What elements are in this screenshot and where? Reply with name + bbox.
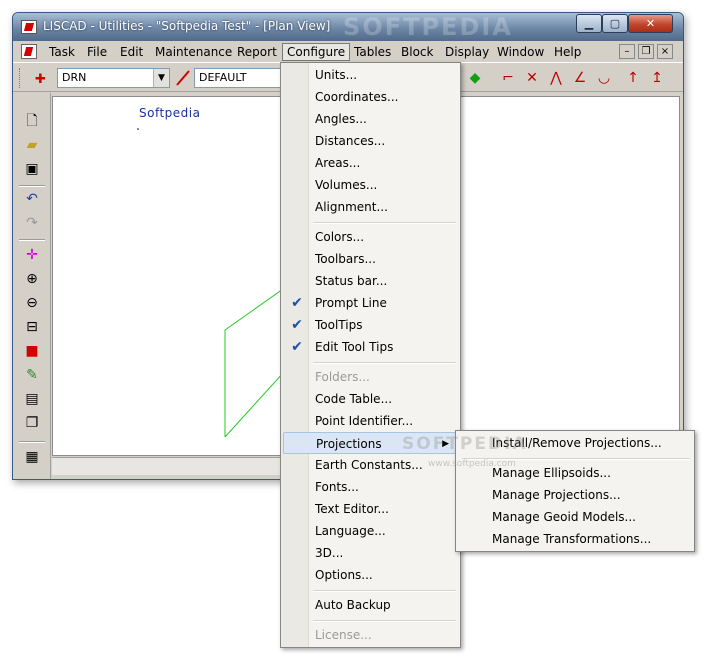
menu-help[interactable]: Help bbox=[550, 44, 585, 62]
menu-edit[interactable]: Edit bbox=[116, 44, 147, 62]
menu-report[interactable]: Report bbox=[233, 44, 281, 62]
menu-item-status-bar[interactable]: Status bar... bbox=[283, 270, 458, 292]
menu-item-distances[interactable]: Distances... bbox=[283, 130, 458, 152]
mdi-minimize-button[interactable]: – bbox=[619, 44, 635, 59]
layer-combo[interactable]: DEFAULT bbox=[194, 68, 282, 88]
menu-item-point-identifier[interactable]: Point Identifier... bbox=[283, 410, 458, 432]
redo-icon[interactable]: ↷ bbox=[22, 213, 42, 233]
menu-item-edit-tool-tips[interactable]: ✔ Edit Tool Tips bbox=[283, 336, 458, 358]
polyline-tool-icon[interactable]: ⋀ bbox=[546, 69, 566, 87]
arc-tool-icon[interactable]: ◡ bbox=[594, 69, 614, 87]
menu-configure[interactable]: Configure bbox=[282, 43, 351, 61]
angle-tool-icon[interactable]: ∠ bbox=[570, 69, 590, 87]
menu-item-areas[interactable]: Areas... bbox=[283, 152, 458, 174]
menu-separator bbox=[313, 620, 456, 622]
layer-value: DEFAULT bbox=[199, 71, 247, 84]
chevron-down-icon[interactable]: ▼ bbox=[153, 69, 169, 87]
checkmark-icon: ✔ bbox=[291, 317, 303, 333]
calculator-icon[interactable]: ▦ bbox=[22, 447, 42, 467]
menu-window[interactable]: Window bbox=[493, 44, 548, 62]
menu-item-colors[interactable]: Colors... bbox=[283, 226, 458, 248]
menu-item-auto-backup[interactable]: Auto Backup bbox=[283, 594, 458, 616]
window-title: LISCAD - Utilities - "Softpedia Test" - … bbox=[43, 19, 331, 33]
configure-menu: Units... Coordinates... Angles... Distan… bbox=[280, 62, 461, 648]
menu-item-folders: Folders... bbox=[315, 370, 370, 384]
softpedia-overlay-watermark: SOFTPEDIA bbox=[402, 434, 528, 454]
softpedia-overlay-url: www.softpedia.com bbox=[428, 459, 516, 469]
menu-item-coordinates[interactable]: Coordinates... bbox=[283, 86, 458, 108]
point-type-value: DRN bbox=[62, 71, 87, 84]
menu-item-code-table[interactable]: Code Table... bbox=[283, 388, 458, 410]
maximize-button[interactable]: ▢ bbox=[602, 14, 628, 33]
point-marker-icon: ✚ bbox=[35, 72, 46, 87]
checkmark-icon: ✔ bbox=[291, 339, 303, 355]
toolbar-grip[interactable] bbox=[19, 68, 22, 88]
menu-item-alignment[interactable]: Alignment... bbox=[283, 196, 458, 218]
zoom-window-icon[interactable]: ⊟ bbox=[22, 317, 42, 337]
rectangle-tool-icon[interactable]: ⌐ bbox=[498, 69, 518, 87]
document-icon[interactable] bbox=[21, 44, 37, 59]
zoom-in-icon[interactable]: ⊕ bbox=[22, 269, 42, 289]
menu-item-license: License... bbox=[315, 628, 372, 642]
menu-item-prompt-line[interactable]: ✔ Prompt Line bbox=[283, 292, 458, 314]
properties-icon[interactable]: ▤ bbox=[22, 389, 42, 409]
point-insert-icon[interactable]: ↑ bbox=[623, 69, 643, 87]
minimize-button[interactable]: ▁ bbox=[576, 14, 602, 33]
zoom-extents-icon[interactable]: ✛ bbox=[22, 245, 42, 265]
menu-item-toolbars[interactable]: Toolbars... bbox=[283, 248, 458, 270]
menu-tables[interactable]: Tables bbox=[350, 44, 395, 62]
left-toolbar: 🗋 ▰ ▣ ↶ ↷ ✛ ⊕ ⊖ ⊟ ■ ✎ ▤ ❐ ▦ bbox=[13, 93, 51, 479]
toolbar-separator bbox=[19, 239, 45, 241]
undo-icon[interactable]: ↶ bbox=[22, 189, 42, 209]
menu-item-language[interactable]: Language... bbox=[283, 520, 458, 542]
mdi-restore-button[interactable]: ❐ bbox=[638, 44, 654, 59]
menu-item-manage-projections[interactable]: Manage Projections... bbox=[458, 484, 690, 506]
toolbar-separator bbox=[19, 185, 45, 187]
close-button[interactable]: ✕ bbox=[628, 14, 673, 33]
line-style-icon[interactable] bbox=[176, 70, 190, 86]
menu-bar: Task File Edit Maintenance Report Config… bbox=[13, 41, 683, 63]
menu-separator bbox=[313, 362, 456, 364]
menu-maintenance[interactable]: Maintenance bbox=[151, 44, 236, 62]
polygon-tool-icon[interactable]: ◆ bbox=[465, 69, 485, 87]
menu-item-text-editor[interactable]: Text Editor... bbox=[283, 498, 458, 520]
menu-item-options[interactable]: Options... bbox=[283, 564, 458, 586]
menu-block[interactable]: Block bbox=[397, 44, 437, 62]
menu-file[interactable]: File bbox=[83, 44, 111, 62]
layers-icon[interactable]: ■ bbox=[22, 341, 42, 361]
menu-separator bbox=[313, 222, 456, 224]
intersect-tool-icon[interactable]: ✕ bbox=[522, 69, 542, 87]
title-bar[interactable]: LISCAD - Utilities - "Softpedia Test" - … bbox=[13, 13, 683, 41]
menu-item-volumes[interactable]: Volumes... bbox=[283, 174, 458, 196]
menu-separator bbox=[313, 590, 456, 592]
menu-item-3d[interactable]: 3D... bbox=[283, 542, 458, 564]
mdi-close-button[interactable]: × bbox=[657, 44, 673, 59]
menu-task[interactable]: Task bbox=[45, 44, 79, 62]
checkmark-icon: ✔ bbox=[291, 295, 303, 311]
save-icon[interactable]: ▣ bbox=[22, 159, 42, 179]
open-folder-icon[interactable]: ▰ bbox=[22, 135, 42, 155]
menu-item-tooltips[interactable]: ✔ ToolTips bbox=[283, 314, 458, 336]
softpedia-watermark: SOFTPEDIA bbox=[343, 13, 513, 41]
pencil-icon[interactable]: ✎ bbox=[22, 365, 42, 385]
menu-item-angles[interactable]: Angles... bbox=[283, 108, 458, 130]
point-type-combo[interactable]: DRN ▼ bbox=[57, 68, 170, 88]
liscad-app-icon[interactable] bbox=[21, 20, 37, 34]
menu-item-units[interactable]: Units... bbox=[283, 64, 458, 86]
copy-icon[interactable]: ❐ bbox=[22, 413, 42, 433]
menu-item-manage-geoid-models[interactable]: Manage Geoid Models... bbox=[458, 506, 690, 528]
point-move-icon[interactable]: ↥ bbox=[647, 69, 667, 87]
menu-item-manage-transformations[interactable]: Manage Transformations... bbox=[458, 528, 690, 550]
zoom-out-icon[interactable]: ⊖ bbox=[22, 293, 42, 313]
toolbar-separator bbox=[19, 441, 45, 443]
menu-item-fonts[interactable]: Fonts... bbox=[283, 476, 458, 498]
menu-display[interactable]: Display bbox=[441, 44, 493, 62]
new-file-icon[interactable]: 🗋 bbox=[22, 111, 42, 131]
